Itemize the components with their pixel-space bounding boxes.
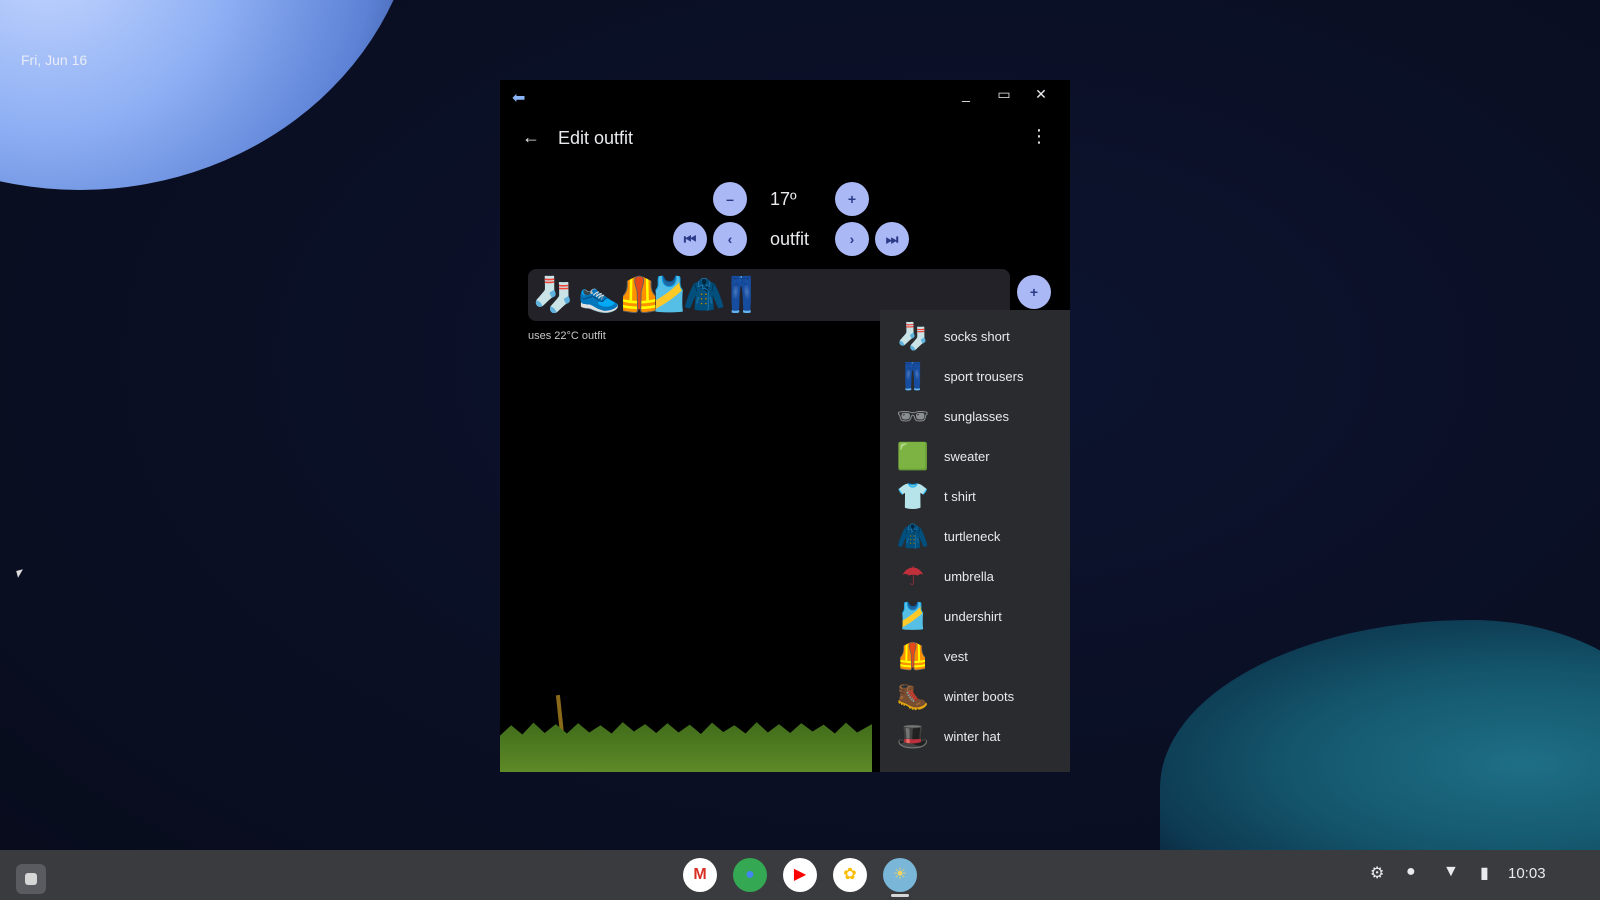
clock[interactable]: 10:03 xyxy=(1508,865,1546,882)
active-app-indicator xyxy=(891,894,909,897)
menu-item-socks-short[interactable]: 🧦 socks short xyxy=(880,316,1070,356)
menu-item-label: undershirt xyxy=(944,608,1002,624)
chrome-icon[interactable]: ● xyxy=(733,858,767,892)
previous-outfit-button[interactable]: ‹ xyxy=(713,222,747,256)
menu-item-undershirt[interactable]: 🎽 undershirt xyxy=(880,596,1070,636)
grass-decoration xyxy=(500,722,872,772)
winter-boots-icon: 🥾 xyxy=(896,681,930,711)
outfit-app-icon[interactable]: ☀ xyxy=(883,858,917,892)
settings-icon[interactable]: ⚙ xyxy=(1370,863,1384,883)
youtube-icon[interactable]: ▶ xyxy=(783,858,817,892)
next-outfit-button[interactable]: › xyxy=(835,222,869,256)
wifi-icon[interactable]: ▼ xyxy=(1443,863,1459,881)
menu-item-winter-hat[interactable]: 🎩 winter hat xyxy=(880,716,1070,756)
sweater-icon: 🟩 xyxy=(896,441,930,471)
menu-item-turtleneck[interactable]: 🧥 turtleneck xyxy=(880,516,1070,556)
app-bar: ← Edit outfit ⋮ xyxy=(500,114,1070,162)
menu-item-label: winter boots xyxy=(944,688,1015,704)
menu-item-t-shirt[interactable]: 👕 t shirt xyxy=(880,476,1070,516)
app-window: ⬅ _ ▭ ✕ ← Edit outfit ⋮ – 17º + ⏮ ‹ outf… xyxy=(500,80,1070,772)
temperature-decrease-button[interactable]: – xyxy=(713,182,747,216)
menu-item-label: turtleneck xyxy=(944,528,1001,544)
sunglasses-icon: 🕶 xyxy=(896,401,930,431)
temperature-value: 17º xyxy=(770,189,797,209)
turtleneck-icon: 🧥 xyxy=(896,521,930,551)
add-item-button[interactable]: + xyxy=(1017,275,1051,309)
photos-icon[interactable]: ✿ xyxy=(833,858,867,892)
winter-hat-icon: 🎩 xyxy=(896,721,930,751)
menu-item-label: sport trousers xyxy=(944,368,1024,384)
wallpaper-ocean xyxy=(1160,620,1600,860)
window-titlebar: ⬅ _ ▭ ✕ xyxy=(500,80,1070,114)
window-back-icon[interactable]: ⬅ xyxy=(512,88,525,108)
maximize-button[interactable]: ▭ xyxy=(993,86,1015,103)
battery-icon[interactable]: ▮ xyxy=(1480,863,1489,883)
menu-item-winter-boots[interactable]: 🥾 winter boots xyxy=(880,676,1070,716)
outfit-note: uses 22°C outfit xyxy=(528,330,606,342)
menu-item-vest[interactable]: 🦺 vest xyxy=(880,636,1070,676)
menu-item-label: t shirt xyxy=(944,488,976,504)
t-shirt-icon: 👕 xyxy=(896,481,930,511)
last-outfit-button[interactable]: ⏭ xyxy=(875,222,909,256)
umbrella-icon: ☂ xyxy=(901,561,925,591)
socks-icon: 🧦 xyxy=(896,321,930,351)
sweater-icon[interactable]: 🧥 xyxy=(683,274,725,316)
first-outfit-button[interactable]: ⏮ xyxy=(673,222,707,256)
gmail-icon[interactable]: M xyxy=(683,858,717,892)
outfit-label: outfit xyxy=(770,229,810,249)
menu-item-sport-trousers[interactable]: 👖 sport trousers xyxy=(880,356,1070,396)
launcher-button[interactable] xyxy=(16,864,46,894)
trousers-icon: 👖 xyxy=(896,361,930,391)
more-options-icon[interactable]: ⋮ xyxy=(1030,126,1048,147)
menu-item-label: vest xyxy=(944,648,968,664)
close-button[interactable]: ✕ xyxy=(1030,86,1052,103)
menu-item-label: sunglasses xyxy=(944,408,1010,424)
page-title: Edit outfit xyxy=(558,128,634,148)
undershirt-icon: 🎽 xyxy=(896,601,930,631)
undershirt-icon[interactable]: 🎽 xyxy=(648,274,690,316)
back-arrow-icon[interactable]: ← xyxy=(522,127,540,148)
sneaker-icon[interactable]: 👟 xyxy=(578,274,620,316)
minimize-button[interactable]: _ xyxy=(955,86,977,102)
clothing-dropdown-menu: 🧦 socks short 👖 sport trousers 🕶 sunglas… xyxy=(880,310,1070,772)
trousers-icon[interactable]: 👖 xyxy=(720,274,762,316)
menu-item-label: sweater xyxy=(944,448,990,464)
menu-item-sweater[interactable]: 🟩 sweater xyxy=(880,436,1070,476)
shelf: M ● ▶ ✿ ☀ ⚙ ● ▼ ▮ 10:03 xyxy=(0,850,1600,900)
menu-item-label: umbrella xyxy=(944,568,994,584)
wallpaper-planet xyxy=(0,0,420,190)
notification-icon[interactable]: ● xyxy=(1406,863,1416,881)
desktop-date: Fri, Jun 16 xyxy=(21,52,88,68)
menu-item-umbrella[interactable]: ☂ umbrella xyxy=(880,556,1070,596)
vest-icon: 🦺 xyxy=(896,641,930,671)
menu-item-label: socks short xyxy=(944,328,1010,344)
menu-item-sunglasses[interactable]: 🕶 sunglasses xyxy=(880,396,1070,436)
sock-icon[interactable]: 🧦 xyxy=(532,274,574,316)
menu-item-label: winter hat xyxy=(944,728,1001,744)
temperature-increase-button[interactable]: + xyxy=(835,182,869,216)
